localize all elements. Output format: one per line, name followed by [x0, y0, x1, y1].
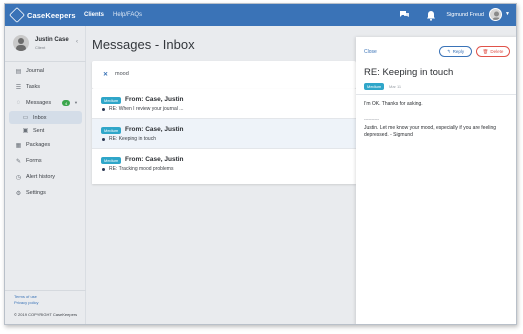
sidebar-item-label: Alert history — [26, 174, 56, 180]
unread-dot-icon — [102, 107, 105, 111]
list-item[interactable]: Medium From: Case, Justin RE: Tracking m… — [92, 149, 356, 179]
divider — [356, 94, 516, 95]
list-item[interactable]: Medium From: Case, Justin RE: Keeping in… — [92, 119, 356, 149]
sidebar-item-packages[interactable]: ▦ Packages — [5, 137, 86, 153]
app-logo[interactable]: CaseKeepers — [9, 7, 76, 23]
quoted-message: Justin. Let me know your mood, especiall… — [364, 125, 497, 138]
reply-icon: ↰ — [446, 48, 451, 54]
search-term[interactable]: mood — [115, 71, 129, 77]
priority-badge: Medium — [364, 83, 385, 90]
message-detail-panel: Close ↰ Reply 🗑 Delete RE: Keeping in to… — [356, 37, 516, 324]
sidebar-item-journal[interactable]: ▤ Journal — [5, 63, 86, 79]
sidebar-item-label: Journal — [26, 68, 45, 74]
sidebar-item-sent[interactable]: ▣ Sent — [5, 124, 86, 137]
privacy-link[interactable]: Privacy policy — [14, 300, 38, 306]
page-title: Messages - Inbox — [92, 37, 195, 52]
list-icon: ☰ — [15, 84, 22, 91]
priority-badge: Medium — [101, 157, 122, 164]
list-item[interactable]: Medium From: Case, Justin RE: When I rev… — [92, 89, 356, 119]
avatar — [13, 35, 29, 51]
divider — [5, 290, 86, 291]
sidebar-item-label: Tasks — [26, 84, 41, 90]
sidebar-item-label: Forms — [26, 158, 42, 164]
message-date: Mar 11 — [389, 84, 402, 89]
form-icon: ✎ — [15, 158, 22, 165]
footer-links: Terms of use Privacy policy — [14, 294, 38, 306]
inbox-icon: ▭ — [22, 115, 29, 121]
bell-icon[interactable] — [425, 9, 437, 21]
quote-separator: ---------- — [364, 117, 379, 122]
package-icon: ▦ — [15, 142, 22, 149]
message-subject: RE: Keeping in touch — [109, 136, 156, 142]
chevron-down-icon[interactable]: ▼ — [505, 11, 510, 17]
chat-icon: ◌ — [16, 100, 21, 106]
profile-card[interactable]: Justin Case Client — [13, 35, 69, 51]
reply-button[interactable]: ↰ Reply — [439, 46, 472, 57]
divider — [5, 61, 86, 62]
chevron-down-icon[interactable]: ▼ — [74, 100, 78, 105]
message-title: RE: Keeping in touch — [364, 67, 454, 78]
app-name: CaseKeepers — [27, 10, 76, 20]
search-filter[interactable]: ✕ mood — [92, 61, 356, 89]
chat-icon[interactable] — [398, 9, 410, 21]
top-bar: CaseKeepers Clients Help/FAQs Sigmund Fr… — [5, 4, 516, 26]
trash-icon: 🗑 — [482, 48, 489, 54]
priority-badge: Medium — [101, 127, 122, 134]
reply-label: Reply — [452, 49, 465, 54]
sidebar-menu: ▤ Journal ☰ Tasks ◌ Messages 4 ▼ ▭ Inbox… — [5, 63, 86, 201]
message-body: I'm OK. Thanks for asking. — [364, 101, 423, 107]
gear-icon: ⚙ — [15, 190, 22, 197]
nav-clients[interactable]: Clients — [84, 12, 104, 18]
message-list: Medium From: Case, Justin RE: When I rev… — [92, 89, 356, 184]
nav-help-faqs[interactable]: Help/FAQs — [113, 12, 142, 18]
sent-icon: ▣ — [22, 128, 29, 134]
message-subject: RE: When I review your journal ... — [109, 106, 184, 112]
user-avatar[interactable] — [489, 8, 502, 21]
close-button[interactable]: Close — [364, 49, 377, 55]
delete-label: Delete — [490, 49, 504, 54]
sidebar: Justin Case Client ‹ ▤ Journal ☰ Tasks ◌… — [5, 26, 86, 324]
priority-badge: Medium — [101, 97, 122, 104]
sidebar-item-label: Inbox — [33, 114, 47, 121]
messages-count-badge: 4 — [62, 100, 71, 106]
clock-icon: ◷ — [15, 174, 22, 181]
sidebar-item-forms[interactable]: ✎ Forms — [5, 153, 86, 169]
app-window: CaseKeepers Clients Help/FAQs Sigmund Fr… — [4, 3, 517, 325]
profile-role: Client — [35, 45, 46, 50]
user-name[interactable]: Sigmund Freud — [446, 12, 484, 18]
logo-icon — [9, 7, 25, 23]
message-from: From: Case, Justin — [125, 126, 184, 133]
chevron-left-icon[interactable]: ‹ — [76, 39, 78, 45]
sidebar-item-settings[interactable]: ⚙ Settings — [5, 185, 86, 201]
delete-button[interactable]: 🗑 Delete — [476, 46, 510, 57]
sidebar-item-label: Messages — [26, 100, 52, 106]
book-icon: ▤ — [15, 68, 22, 75]
profile-name: Justin Case — [35, 37, 69, 43]
sidebar-item-label: Settings — [26, 190, 46, 196]
unread-dot-icon — [102, 137, 105, 141]
copyright: © 2019 COPYRIGHT CaseKeepers — [14, 312, 78, 317]
message-from: From: Case, Justin — [125, 156, 184, 163]
unread-dot-icon — [102, 167, 105, 171]
sidebar-item-label: Sent — [33, 127, 45, 134]
clear-filter-icon[interactable]: ✕ — [103, 71, 108, 78]
sidebar-item-label: Packages — [26, 142, 51, 148]
top-nav: Clients Help/FAQs — [84, 4, 142, 26]
sidebar-item-messages[interactable]: ◌ Messages 4 ▼ — [5, 95, 86, 111]
message-from: From: Case, Justin — [125, 96, 184, 103]
sidebar-item-inbox[interactable]: ▭ Inbox — [9, 111, 82, 124]
sidebar-item-alert-history[interactable]: ◷ Alert history — [5, 169, 86, 185]
message-subject: RE: Tracking mood problems — [109, 166, 174, 172]
sidebar-item-tasks[interactable]: ☰ Tasks — [5, 79, 86, 95]
